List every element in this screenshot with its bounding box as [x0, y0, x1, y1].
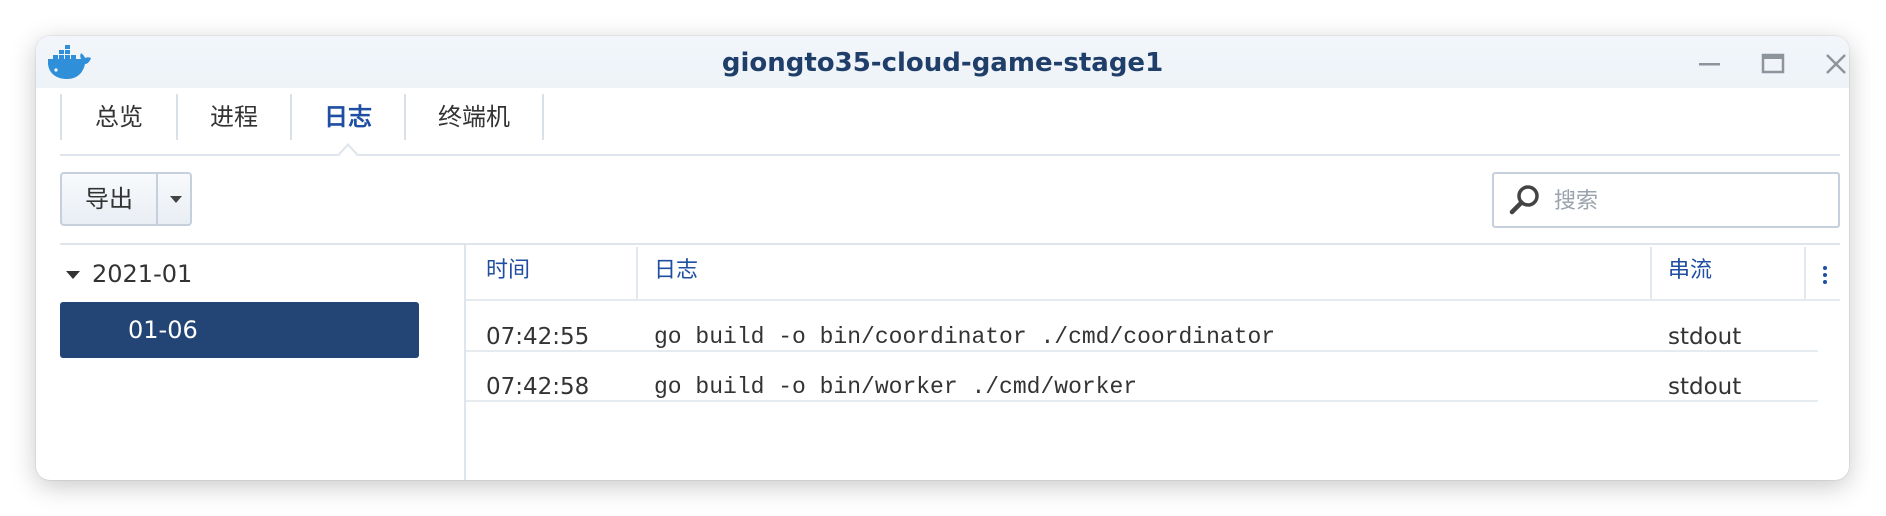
tab-underline	[60, 154, 1840, 156]
tree-group-label: 2021-01	[92, 260, 193, 288]
close-button[interactable]	[1820, 48, 1849, 80]
table-cell-log: go build -o bin/coordinator ./cmd/coordi…	[654, 324, 1276, 350]
column-header-log[interactable]: 日志	[654, 247, 854, 295]
search-input[interactable]	[1552, 174, 1836, 228]
row-divider	[466, 350, 1818, 352]
export-dropdown-button[interactable]	[158, 174, 192, 224]
table-cell-stream: stdout	[1668, 324, 1742, 350]
tree-group-2021-01[interactable]: 2021-01	[66, 256, 192, 292]
header-row-divider	[466, 299, 1840, 301]
export-split-button: 导出	[60, 172, 192, 226]
column-divider[interactable]	[1804, 247, 1806, 299]
kebab-menu-icon[interactable]	[1822, 266, 1828, 288]
column-header-time[interactable]: 时间	[486, 247, 606, 295]
tab-processes[interactable]: 进程	[178, 92, 290, 142]
table-cell-stream: stdout	[1668, 374, 1742, 400]
search-box	[1492, 172, 1840, 228]
row-divider	[466, 400, 1818, 402]
maximize-icon	[1761, 53, 1785, 74]
tab-terminal[interactable]: 终端机	[406, 92, 542, 142]
column-divider[interactable]	[636, 247, 638, 299]
window-title: giongto35-cloud-game-stage1	[721, 48, 1164, 78]
export-button[interactable]: 导出	[62, 174, 156, 224]
table-cell-time: 07:42:58	[486, 374, 590, 400]
panel-splitter[interactable]	[464, 245, 466, 480]
tab-divider	[542, 94, 544, 140]
active-tab-pointer	[337, 143, 359, 156]
content-divider	[60, 243, 1840, 245]
tab-log[interactable]: 日志	[292, 92, 404, 142]
maximize-button[interactable]	[1757, 48, 1789, 80]
tab-overview[interactable]: 总览	[62, 92, 176, 142]
minimize-button[interactable]	[1693, 48, 1725, 80]
column-header-stream[interactable]: 串流	[1668, 247, 1788, 295]
table-cell-log: go build -o bin/worker ./cmd/worker	[654, 374, 1138, 400]
container-details-window: giongto35-cloud-game-stage1 总览 进程 日志 终端机	[36, 36, 1849, 480]
table-cell-time: 07:42:55	[486, 324, 590, 350]
caret-down-icon	[66, 271, 80, 279]
tree-item-selected-day[interactable]: 01-06	[60, 302, 419, 358]
column-divider[interactable]	[1650, 247, 1652, 299]
title-bar: giongto35-cloud-game-stage1	[36, 36, 1849, 88]
close-icon	[1826, 54, 1846, 74]
search-icon	[1509, 185, 1539, 215]
minimize-icon	[1699, 63, 1720, 66]
